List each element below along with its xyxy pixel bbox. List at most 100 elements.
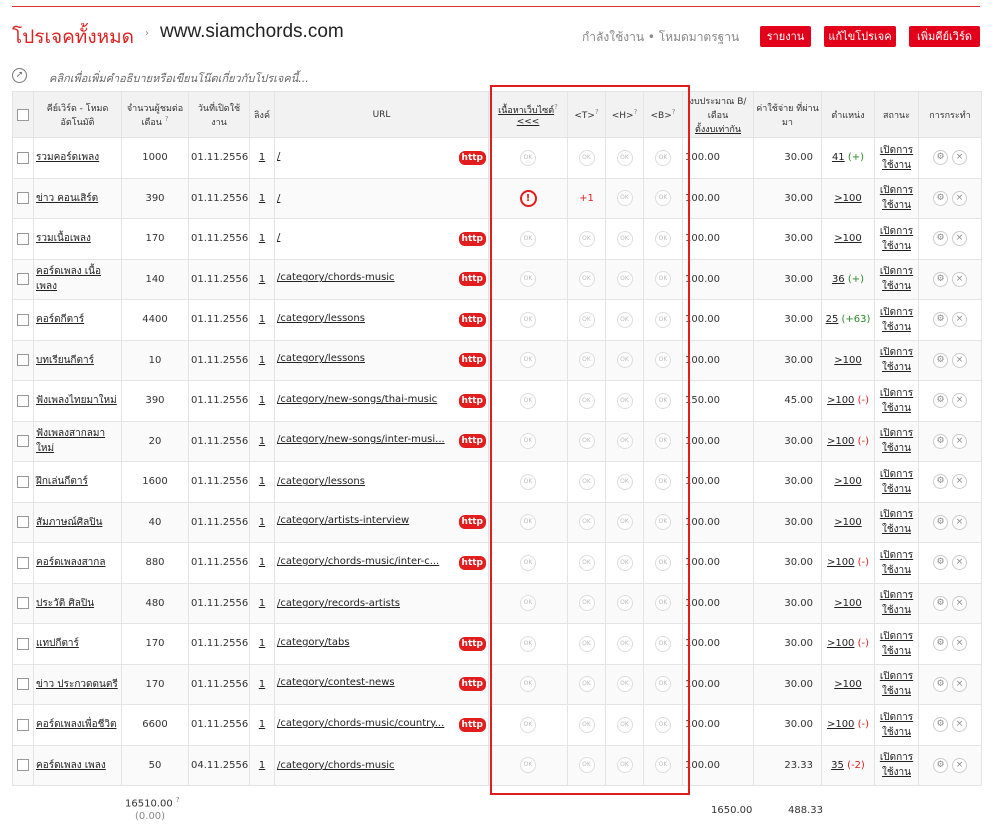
- row-checkbox[interactable]: [17, 354, 29, 367]
- gear-icon[interactable]: ⚙: [933, 676, 948, 692]
- all-projects-link[interactable]: โปรเจคทั้งหมด: [12, 22, 134, 52]
- gear-icon[interactable]: ⚙: [933, 474, 948, 490]
- gear-icon[interactable]: ⚙: [933, 757, 948, 773]
- status-link[interactable]: เปิดการใช้งาน: [880, 145, 913, 171]
- url-link[interactable]: /category/tabs: [277, 637, 350, 648]
- content-ok-icon[interactable]: OK: [520, 554, 536, 571]
- edit-project-button[interactable]: แก้ไขโปรเจค: [824, 26, 896, 47]
- budget-value[interactable]: 100.00: [682, 663, 754, 705]
- bold-ok-icon[interactable]: OK: [655, 352, 671, 369]
- row-checkbox[interactable]: [17, 678, 29, 691]
- row-checkbox[interactable]: [17, 637, 29, 650]
- content-ok-icon[interactable]: OK: [520, 473, 536, 490]
- budget-value[interactable]: 100.00: [682, 299, 754, 341]
- url-link[interactable]: /category/new-songs/inter-musi...: [277, 434, 445, 445]
- keyword-link[interactable]: แทปกีตาร์: [36, 638, 79, 649]
- position-link[interactable]: 36: [832, 274, 845, 285]
- close-icon[interactable]: ×: [952, 312, 967, 328]
- heading-ok-icon[interactable]: OK: [616, 757, 633, 774]
- keyword-link[interactable]: ประวัติ ศิลปิน: [36, 598, 94, 609]
- close-icon[interactable]: ×: [952, 150, 967, 166]
- gear-icon[interactable]: ⚙: [933, 312, 948, 328]
- content-ok-icon[interactable]: OK: [520, 352, 536, 369]
- link-count[interactable]: 1: [259, 233, 265, 244]
- keyword-link[interactable]: รวมคอร์ดเพลง: [36, 152, 99, 163]
- budget-value[interactable]: 100.00: [682, 542, 754, 584]
- help-icon[interactable]: ?: [672, 108, 676, 116]
- url-link[interactable]: /category/new-songs/thai-music: [277, 394, 437, 405]
- row-checkbox[interactable]: [17, 718, 29, 731]
- heading-ok-icon[interactable]: OK: [616, 595, 633, 612]
- bold-ok-icon[interactable]: OK: [655, 271, 671, 288]
- row-checkbox[interactable]: [17, 273, 29, 286]
- http-icon[interactable]: http: [458, 393, 486, 408]
- close-icon[interactable]: ×: [952, 352, 967, 368]
- link-count[interactable]: 1: [259, 152, 265, 163]
- col-link[interactable]: ลิงค์: [249, 91, 275, 138]
- close-icon[interactable]: ×: [952, 757, 967, 773]
- bold-ok-icon[interactable]: OK: [655, 716, 671, 733]
- keyword-link[interactable]: รวมเนื้อเพลง: [36, 233, 91, 244]
- budget-value[interactable]: 100.00: [682, 177, 754, 219]
- gear-icon[interactable]: ⚙: [933, 595, 948, 611]
- help-icon[interactable]: ?: [165, 115, 169, 123]
- heading-ok-icon[interactable]: OK: [616, 190, 633, 207]
- gear-icon[interactable]: ⚙: [933, 150, 948, 166]
- bold-ok-icon[interactable]: OK: [655, 514, 671, 531]
- status-link[interactable]: เปิดการใช้งาน: [880, 347, 913, 373]
- row-checkbox[interactable]: [17, 151, 29, 164]
- heading-ok-icon[interactable]: OK: [616, 554, 633, 571]
- content-toggle-link[interactable]: เนื้อหาเว็บไซต์: [498, 106, 554, 116]
- budget-value[interactable]: 150.00: [682, 380, 754, 422]
- gear-icon[interactable]: ⚙: [933, 393, 948, 409]
- link-count[interactable]: 1: [259, 679, 265, 690]
- status-link[interactable]: เปิดการใช้งาน: [880, 266, 913, 292]
- position-link[interactable]: >100: [834, 598, 861, 609]
- keyword-link[interactable]: ฟังเพลงไทยมาใหม่: [36, 395, 117, 406]
- gear-icon[interactable]: ⚙: [933, 636, 948, 652]
- content-ok-icon[interactable]: OK: [520, 230, 536, 247]
- budget-value[interactable]: 100.00: [682, 461, 754, 503]
- heading-ok-icon[interactable]: OK: [616, 676, 633, 693]
- http-icon[interactable]: http: [458, 150, 486, 165]
- heading-ok-icon[interactable]: OK: [616, 352, 633, 369]
- position-link[interactable]: >100: [834, 355, 861, 366]
- url-link[interactable]: /category/chords-music/country...: [277, 718, 444, 729]
- close-icon[interactable]: ×: [952, 676, 967, 692]
- title-ok-icon[interactable]: OK: [578, 757, 595, 774]
- collapse-link[interactable]: <<<: [517, 117, 540, 127]
- url-link[interactable]: /category/artists-interview: [277, 515, 409, 526]
- status-link[interactable]: เปิดการใช้งาน: [880, 712, 913, 738]
- url-link[interactable]: /: [277, 151, 280, 162]
- content-ok-icon[interactable]: OK: [520, 392, 536, 409]
- http-icon[interactable]: http: [458, 353, 486, 368]
- row-checkbox[interactable]: [17, 597, 29, 610]
- description-placeholder[interactable]: คลิกเพื่อเพิ่มคำอธิบายหรือเขียนโน๊ตเกี่ย…: [49, 69, 309, 87]
- position-link[interactable]: >100: [834, 679, 861, 690]
- row-checkbox[interactable]: [17, 759, 29, 772]
- row-checkbox[interactable]: [17, 556, 29, 569]
- keyword-link[interactable]: คอร์ดเพลงสากล: [36, 557, 105, 568]
- budget-value[interactable]: 100.00: [682, 218, 754, 260]
- budget-value[interactable]: 100.00: [682, 339, 754, 381]
- http-icon[interactable]: http: [458, 677, 486, 692]
- heading-ok-icon[interactable]: OK: [616, 311, 633, 328]
- status-link[interactable]: เปิดการใช้งาน: [880, 590, 913, 616]
- content-ok-icon[interactable]: OK: [520, 271, 536, 288]
- close-icon[interactable]: ×: [952, 636, 967, 652]
- link-count[interactable]: 1: [259, 355, 265, 366]
- position-link[interactable]: 35: [831, 760, 844, 771]
- gear-icon[interactable]: ⚙: [933, 717, 948, 733]
- col-keyword[interactable]: คีย์เวิร์ด - โหมดอัตโนมัติ: [33, 91, 122, 138]
- heading-ok-icon[interactable]: OK: [616, 271, 633, 288]
- bold-ok-icon[interactable]: OK: [655, 190, 671, 207]
- row-checkbox[interactable]: [17, 313, 29, 326]
- http-icon[interactable]: http: [458, 231, 486, 246]
- heading-ok-icon[interactable]: OK: [616, 716, 633, 733]
- content-ok-icon[interactable]: OK: [520, 311, 536, 328]
- position-link[interactable]: >100: [827, 557, 854, 568]
- help-icon[interactable]: ?: [634, 108, 638, 116]
- link-count[interactable]: 1: [259, 557, 265, 568]
- url-link[interactable]: /category/chords-music/inter-c...: [277, 556, 439, 567]
- warning-icon[interactable]: !: [519, 189, 537, 207]
